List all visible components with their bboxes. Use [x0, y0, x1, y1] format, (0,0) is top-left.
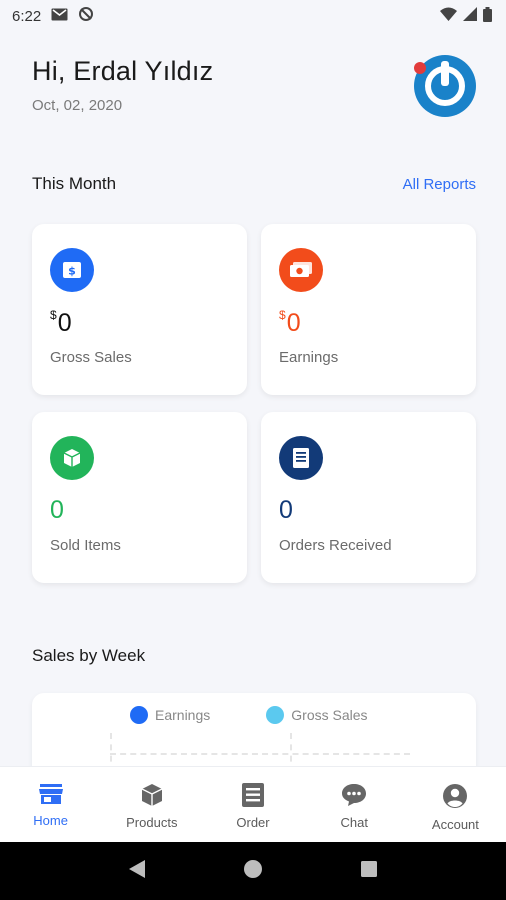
currency-symbol: $ [279, 308, 286, 322]
svg-text:$: $ [68, 265, 76, 278]
sales-by-week-title: Sales by Week [32, 646, 146, 665]
sold-items-card[interactable]: 0 Sold Items [32, 412, 247, 583]
package-icon [141, 784, 163, 806]
gross-sales-amount: 0 [57, 309, 72, 337]
nav-chat[interactable]: Chat [304, 767, 405, 842]
battery-icon [483, 6, 492, 26]
chat-bubble-icon [342, 784, 367, 806]
legend-dot-earnings [130, 706, 148, 724]
nav-home[interactable]: Home [0, 767, 101, 842]
gross-sales-card[interactable]: $ $0 Gross Sales [32, 224, 247, 395]
chart-gridline [110, 753, 410, 755]
gross-sales-value: $0 [50, 308, 72, 338]
dollar-bill-icon: $ [50, 248, 94, 292]
legend-label-gross-sales: Gross Sales [291, 707, 368, 723]
avatar[interactable] [414, 55, 476, 117]
earnings-label: Earnings [279, 349, 339, 366]
cell-signal-icon [463, 7, 477, 25]
gmail-icon [51, 8, 68, 25]
current-date: Oct, 02, 2020 [32, 97, 123, 114]
earnings-value: $0 [279, 308, 301, 338]
order-list-icon [242, 783, 264, 807]
cash-icon [279, 248, 323, 292]
orders-received-card[interactable]: 0 Orders Received [261, 412, 476, 583]
home-icon[interactable] [243, 859, 263, 884]
nav-products[interactable]: Products [101, 767, 202, 842]
nav-chat-label: Chat [340, 815, 368, 830]
legend-item-earnings[interactable]: Earnings [130, 706, 210, 724]
system-navigation-bar [0, 842, 506, 900]
sold-items-value: 0 [50, 496, 64, 524]
nav-account[interactable]: Account [405, 767, 506, 842]
gross-sales-label: Gross Sales [50, 349, 132, 366]
box-icon [50, 436, 94, 480]
account-circle-icon [443, 784, 468, 808]
orders-received-value: 0 [279, 496, 293, 524]
legend-dot-gross-sales [266, 706, 285, 724]
sync-off-icon [78, 6, 94, 26]
nav-order-label: Order [236, 815, 270, 830]
orders-received-label: Orders Received [279, 537, 392, 554]
legend-label-earnings: Earnings [155, 707, 211, 723]
recents-icon[interactable] [360, 860, 378, 883]
status-bar: 6:22 [0, 0, 506, 32]
nav-order[interactable]: Order [202, 767, 303, 842]
nav-account-label: Account [431, 817, 479, 832]
legend-item-gross-sales[interactable]: Gross Sales [266, 706, 368, 724]
all-reports-link[interactable]: All Reports [403, 176, 476, 193]
power-logo-icon [414, 55, 476, 117]
bottom-navigation: Home Products Order Chat Account [0, 766, 506, 842]
earnings-card[interactable]: $0 Earnings [261, 224, 476, 395]
earnings-amount: 0 [286, 309, 301, 337]
this-month-title: This Month [32, 174, 117, 193]
nav-products-label: Products [126, 815, 178, 830]
back-icon[interactable] [128, 859, 146, 884]
greeting-title: Hi, Erdal Yıldız [32, 56, 214, 86]
receipt-icon [279, 436, 323, 480]
nav-home-label: Home [33, 813, 68, 828]
wifi-icon [440, 7, 457, 25]
sold-items-label: Sold Items [50, 537, 121, 554]
status-time: 6:22 [12, 7, 42, 25]
chart-legend: Earnings Gross Sales [130, 706, 368, 724]
store-icon [38, 784, 63, 804]
currency-symbol: $ [50, 308, 57, 322]
